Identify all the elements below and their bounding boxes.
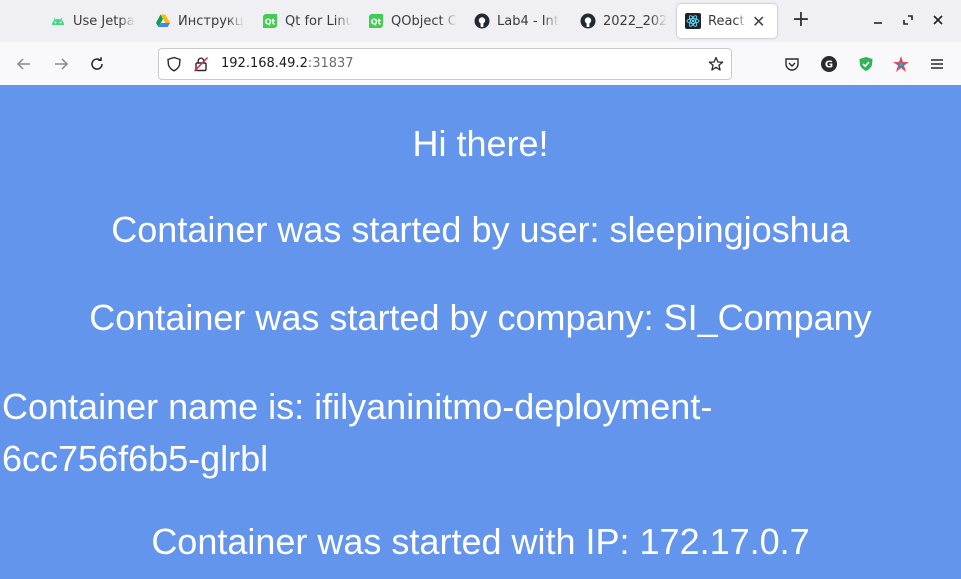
svg-text:Qt: Qt [265, 18, 276, 27]
tab-label: Use Jetpa [73, 13, 135, 29]
colorful-star-extension-icon [893, 56, 909, 72]
container-name-text: Container name is: ifilyaninitmo-deploym… [2, 381, 802, 485]
shield-icon[interactable] [165, 55, 183, 73]
tab-label: Lab4 - Int [497, 13, 559, 29]
tab-use-jetpack[interactable]: Use Jetpa [50, 4, 140, 38]
extension-shield-button[interactable] [855, 53, 877, 75]
tab-label: 2022_202 [603, 13, 668, 29]
tab-qobject[interactable]: Qt QObject C [368, 4, 458, 38]
grammar-extension-icon: G [821, 56, 837, 72]
started-by-user-text: Container was started by user: sleepingj… [111, 209, 850, 250]
url-port: :31837 [307, 56, 354, 71]
started-by-company-text: Container was started by company: SI_Com… [89, 297, 872, 338]
url-text[interactable]: 192.168.49.2:31837 [221, 56, 354, 71]
tab-label: React A [708, 13, 746, 29]
tab-strip: Use Jetpa Инструкц Qt Qt for Linu Qt QOb… [0, 0, 961, 42]
tab-label: Инструкц [178, 13, 244, 29]
hamburger-menu-icon [931, 59, 943, 69]
green-shield-icon [859, 57, 873, 71]
svg-text:Qt: Qt [371, 18, 382, 27]
github-icon [580, 13, 596, 29]
back-arrow-icon [16, 58, 30, 70]
app-menu-button[interactable] [926, 53, 948, 75]
qt-icon: Qt [262, 13, 278, 29]
forward-button[interactable] [50, 53, 72, 75]
extension-star-button[interactable] [890, 53, 912, 75]
reload-button[interactable] [86, 53, 108, 75]
maximize-icon[interactable] [898, 10, 918, 30]
google-drive-icon [155, 13, 171, 29]
container-ip-text: Container was started with IP: 172.17.0.… [151, 521, 810, 562]
close-tab-icon[interactable]: ✕ [752, 12, 765, 31]
page-content: Hi there! Container was started by user:… [0, 85, 961, 579]
tab-2022[interactable]: 2022_202 [580, 4, 670, 38]
pocket-button[interactable] [781, 53, 803, 75]
container-name-line-2: 6cc756f6b5-glrbl [2, 438, 269, 479]
pocket-icon [785, 58, 799, 71]
react-icon [685, 13, 701, 29]
reload-icon [91, 57, 103, 70]
address-bar[interactable]: 192.168.49.2:31837 [158, 48, 732, 80]
close-window-icon[interactable] [928, 10, 948, 30]
greeting-text: Hi there! [412, 123, 549, 164]
minimize-icon[interactable] [868, 10, 888, 30]
bookmark-star-icon[interactable] [707, 55, 725, 73]
url-host: 192.168.49.2 [221, 56, 308, 71]
container-name-line-1: Container name is: ifilyaninitmo-deploym… [2, 386, 713, 427]
github-icon [474, 13, 490, 29]
tab-label: Qt for Linu [285, 13, 352, 29]
qt-icon: Qt [368, 13, 384, 29]
extension-g-button[interactable]: G [818, 53, 840, 75]
tab-label: QObject C [391, 13, 457, 29]
forward-arrow-icon [55, 58, 69, 70]
navigation-toolbar: 192.168.49.2:31837 G [0, 42, 961, 86]
tab-instruction[interactable]: Инструкц [155, 4, 245, 38]
tab-lab4[interactable]: Lab4 - Int [474, 4, 564, 38]
android-icon [50, 13, 66, 29]
svg-text:G: G [825, 60, 833, 71]
insecure-connection-icon[interactable] [192, 55, 210, 73]
new-tab-button[interactable]: + [790, 9, 812, 31]
back-button[interactable] [13, 53, 35, 75]
tab-react-app[interactable]: React A ✕ [677, 4, 777, 38]
tab-qt-for-linux[interactable]: Qt Qt for Linu [262, 4, 352, 38]
